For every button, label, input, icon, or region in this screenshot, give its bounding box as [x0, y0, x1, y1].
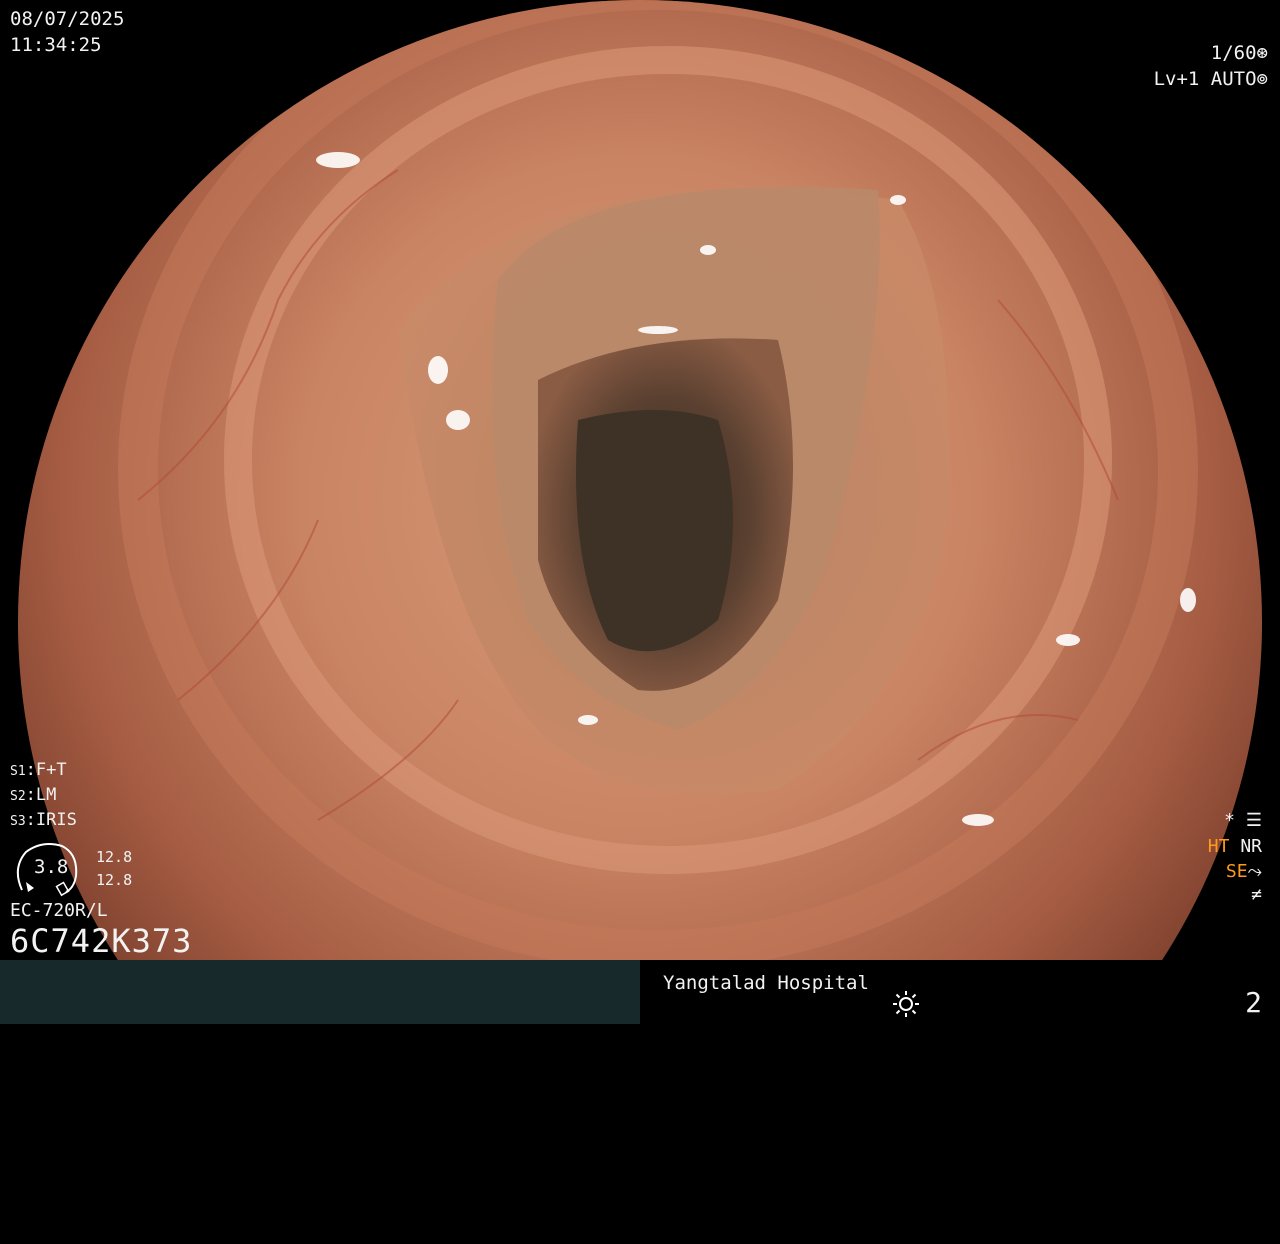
mode-value: AUTO: [1210, 68, 1257, 90]
star-indicator: * ☰: [1224, 810, 1262, 831]
se-label: SE: [1225, 861, 1248, 882]
shutter-value: 1/60: [1210, 42, 1257, 64]
date-readout: 08/07/2025: [10, 8, 125, 30]
setting-s2: S2:LM: [10, 785, 57, 805]
ht-label: HT: [1207, 836, 1230, 857]
scope-serial: 6C742K373: [10, 922, 193, 960]
nr-label: NR: [1240, 836, 1262, 857]
time-readout: 11:34:25: [10, 34, 102, 56]
setting-s3: S3:IRIS: [10, 810, 77, 830]
gauge-value: 3.8: [34, 856, 69, 878]
scope-model: EC-720R/L: [10, 900, 108, 921]
shutter-readout: 1/60⊛: [1211, 42, 1268, 64]
gauge-lower: 12.8: [96, 871, 133, 889]
settings-icon: ☰: [1245, 810, 1262, 831]
curve-icon: ⤳: [1247, 861, 1262, 882]
exposure-readout: Lv+1 AUTO⊚: [1154, 68, 1268, 90]
star-label: *: [1224, 810, 1236, 831]
endoscopic-view: [18, 0, 1262, 960]
shutter-icon: ⊛: [1256, 42, 1268, 64]
ht-nr-indicator: HT NR: [1208, 836, 1262, 857]
setting-s1-value: F+T: [35, 760, 67, 780]
hospital-name: Yangtalad Hospital: [663, 972, 869, 994]
setting-s3-value: IRIS: [35, 810, 77, 830]
iris-icon: ⊚: [1256, 68, 1268, 90]
page-number: 2: [1245, 986, 1262, 1019]
setting-s2-tag: S2: [10, 789, 26, 804]
setting-s1-tag: S1: [10, 764, 26, 779]
not-equal-icon: ≠: [1251, 884, 1262, 905]
se-indicator: SE⤳: [1226, 861, 1262, 882]
setting-s1: S1:F+T: [10, 760, 67, 780]
gauge-upper: 12.8: [96, 848, 133, 866]
setting-s3-tag: S3: [10, 814, 26, 829]
footer-left-panel: [0, 960, 640, 1024]
setting-s2-value: LM: [35, 785, 57, 805]
sun-icon: [893, 991, 919, 1017]
level-value: Lv+1: [1153, 68, 1200, 90]
